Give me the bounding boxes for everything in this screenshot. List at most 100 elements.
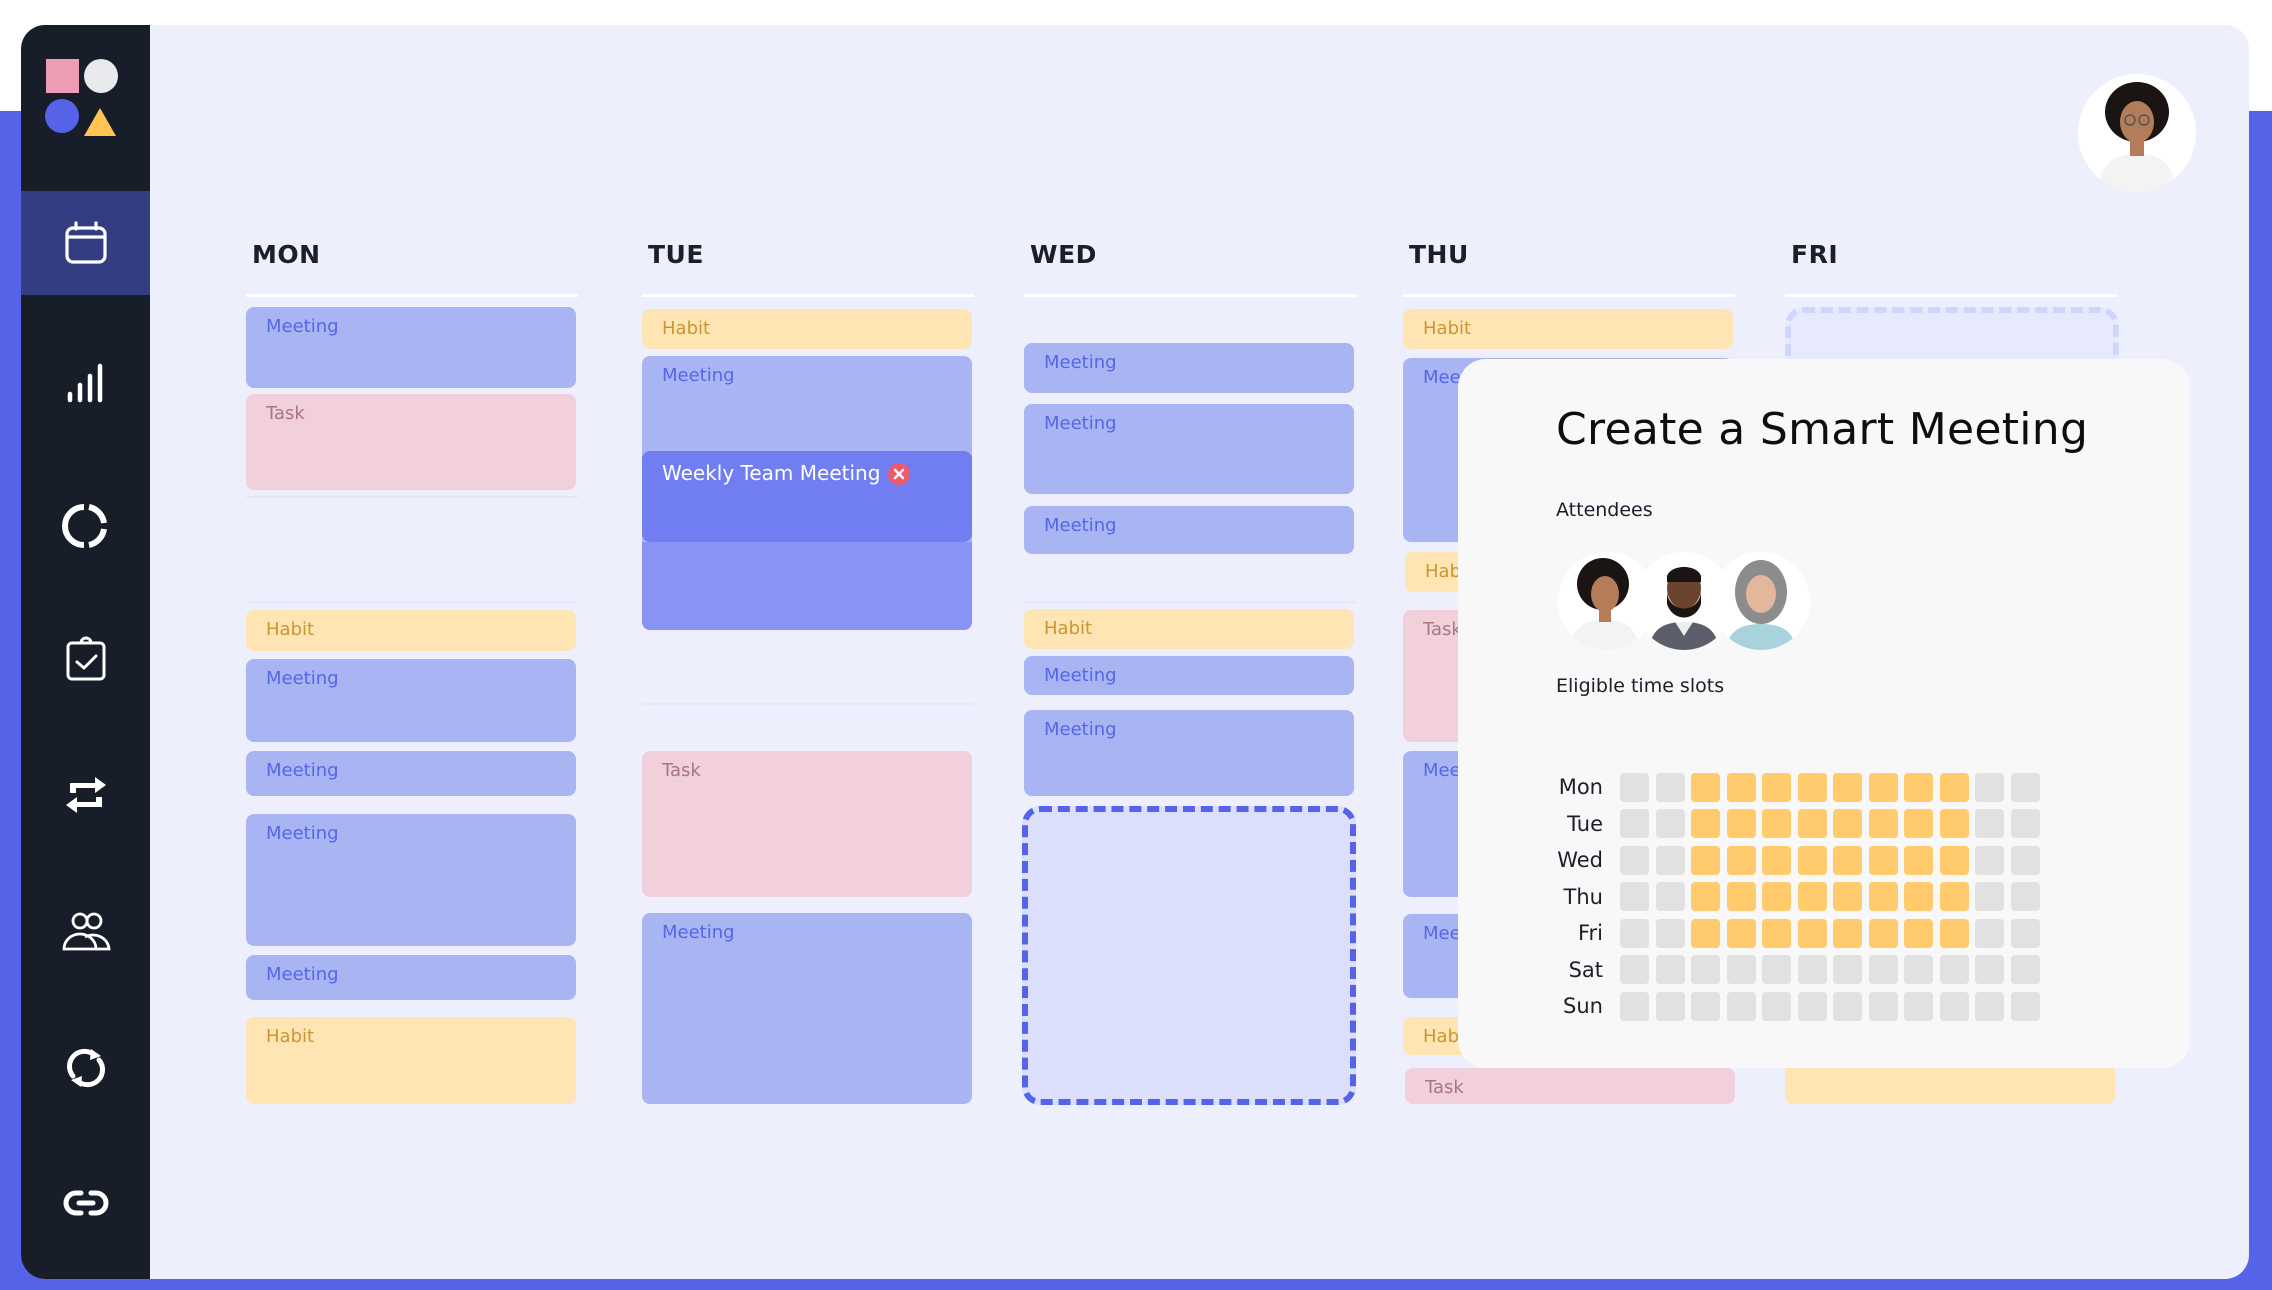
event-habit[interactable]: Habit [246,610,576,651]
drop-zone[interactable] [1022,806,1356,1105]
slot-cell-unavailable[interactable] [1975,991,2004,1021]
slot-cell-unavailable[interactable] [1868,955,1898,985]
slot-cell-unavailable[interactable] [1655,955,1685,985]
slot-cell-available[interactable] [1762,809,1791,839]
event-task[interactable]: Task [246,394,576,490]
slot-cell-available[interactable] [1691,772,1720,802]
event-meeting[interactable]: Meeting [1024,404,1354,494]
slot-cell-unavailable[interactable] [1620,772,1649,802]
sidebar-item-links[interactable] [21,1151,150,1255]
slot-cell-available[interactable] [1691,845,1720,875]
slot-cell-unavailable[interactable] [1620,955,1649,985]
slot-cell-unavailable[interactable] [1620,845,1649,875]
slot-cell-available[interactable] [1797,918,1827,948]
slot-cell-available[interactable] [1939,918,1969,948]
slot-cell-available[interactable] [1833,809,1862,839]
slot-cell-available[interactable] [1939,845,1969,875]
slot-cell-available[interactable] [1904,918,1933,948]
slot-cell-available[interactable] [1939,882,1969,912]
slot-cell-unavailable[interactable] [2010,918,2040,948]
sidebar-item-calendar[interactable] [21,191,150,295]
event-meeting[interactable]: Meeting [1024,656,1354,695]
attendee-avatar[interactable] [1712,552,1810,650]
event-habit[interactable]: Habit [1403,309,1733,349]
event-meeting[interactable]: Meeting [246,659,576,742]
slot-cell-available[interactable] [1762,918,1791,948]
slot-cell-unavailable[interactable] [1975,809,2004,839]
slot-cell-available[interactable] [1868,845,1898,875]
slot-cell-unavailable[interactable] [1833,991,1862,1021]
event-meeting[interactable]: Meeting [246,751,576,796]
slot-cell-available[interactable] [1904,772,1933,802]
slot-cell-unavailable[interactable] [1655,772,1685,802]
slot-cell-available[interactable] [1762,772,1791,802]
slot-cell-unavailable[interactable] [1904,955,1933,985]
slot-cell-unavailable[interactable] [1762,955,1791,985]
slot-cell-unavailable[interactable] [1797,955,1827,985]
slot-cell-available[interactable] [1868,772,1898,802]
event-meeting[interactable]: Meeting [642,913,972,1104]
slot-cell-unavailable[interactable] [1655,845,1685,875]
event-meeting[interactable]: Meeting [1024,343,1354,393]
slot-cell-available[interactable] [1726,845,1756,875]
slot-cell-available[interactable] [1939,772,1969,802]
slot-cell-available[interactable] [1726,918,1756,948]
slot-cell-available[interactable] [1726,882,1756,912]
event-weekly-team-meeting[interactable]: Weekly Team Meeting [642,451,972,542]
slot-cell-unavailable[interactable] [1939,955,1969,985]
sidebar-item-progress[interactable] [21,474,150,578]
slot-cell-unavailable[interactable] [2010,809,2040,839]
event-meeting[interactable]: Meeting [246,814,576,946]
slot-cell-unavailable[interactable] [1726,955,1756,985]
sidebar-item-swap[interactable] [21,743,150,847]
slot-cell-available[interactable] [1868,918,1898,948]
event-task[interactable]: Task [1405,1068,1735,1104]
slot-cell-available[interactable] [1904,845,1933,875]
slot-cell-available[interactable] [1833,845,1862,875]
close-icon[interactable] [888,463,911,485]
slot-cell-available[interactable] [1726,809,1756,839]
event-task[interactable]: Task [642,751,972,897]
slot-cell-available[interactable] [1833,772,1862,802]
sidebar-item-analytics[interactable] [21,331,150,435]
event-habit[interactable]: Habit [642,309,972,349]
slot-cell-available[interactable] [1797,772,1827,802]
slot-cell-unavailable[interactable] [1833,955,1862,985]
slot-cell-unavailable[interactable] [1691,955,1720,985]
sidebar-item-team[interactable] [21,880,150,984]
event-meeting[interactable]: Meeting [246,307,576,388]
slot-cell-unavailable[interactable] [1797,991,1827,1021]
event-meeting[interactable]: Meeting [246,955,576,1000]
slot-cell-available[interactable] [1797,845,1827,875]
slot-cell-unavailable[interactable] [1620,918,1649,948]
event-habit[interactable]: Habit [1024,609,1354,649]
slot-cell-unavailable[interactable] [1939,991,1969,1021]
slot-cell-unavailable[interactable] [1762,991,1791,1021]
slot-cell-unavailable[interactable] [1691,991,1720,1021]
slot-cell-available[interactable] [1762,845,1791,875]
slot-cell-available[interactable] [1904,809,1933,839]
slot-cell-unavailable[interactable] [2010,845,2040,875]
sidebar-item-sync[interactable] [21,1016,150,1120]
slot-cell-unavailable[interactable] [2010,882,2040,912]
slot-cell-unavailable[interactable] [1620,809,1649,839]
slot-cell-unavailable[interactable] [1975,955,2004,985]
slot-cell-unavailable[interactable] [1726,991,1756,1021]
slot-cell-unavailable[interactable] [1620,882,1649,912]
slot-cell-unavailable[interactable] [1975,918,2004,948]
slot-cell-available[interactable] [1691,882,1720,912]
slot-cell-available[interactable] [1691,809,1720,839]
slot-cell-unavailable[interactable] [1620,991,1649,1021]
slot-cell-available[interactable] [1833,882,1862,912]
slot-cell-unavailable[interactable] [2010,991,2040,1021]
event-meeting[interactable]: Meeting [1024,506,1354,554]
slot-cell-unavailable[interactable] [2010,955,2040,985]
slot-cell-unavailable[interactable] [1655,991,1685,1021]
slot-cell-available[interactable] [1833,918,1862,948]
slot-cell-unavailable[interactable] [1904,991,1933,1021]
slot-cell-unavailable[interactable] [1975,882,2004,912]
event-meeting[interactable]: Meeting [1024,710,1354,796]
slot-cell-unavailable[interactable] [1655,882,1685,912]
slot-cell-unavailable[interactable] [1655,809,1685,839]
slot-cell-unavailable[interactable] [2010,772,2040,802]
